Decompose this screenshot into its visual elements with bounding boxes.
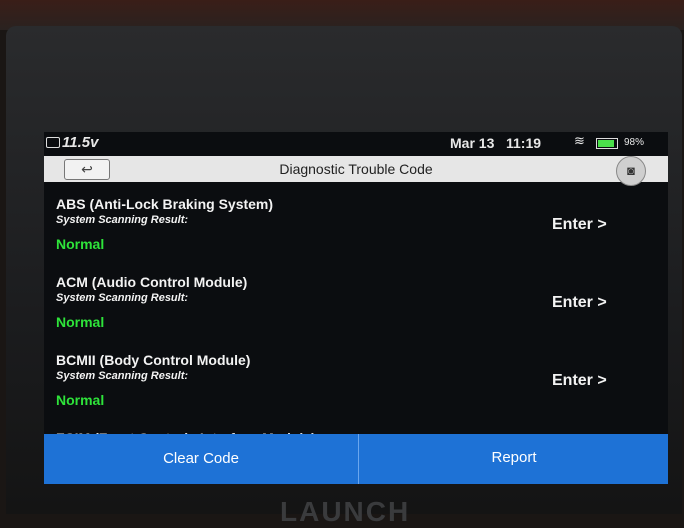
- screenshot-button[interactable]: ◙: [616, 156, 646, 186]
- scan-result-label: System Scanning Result:: [56, 292, 189, 304]
- vehicle-icon: [46, 137, 60, 148]
- list-item[interactable]: ACM (Audio Control Module) System Scanni…: [44, 262, 668, 340]
- action-bar: Clear Code Report: [44, 434, 668, 484]
- status-time: 11:19: [506, 135, 542, 151]
- status-bar: 11.5v Mar 13 11:19 ≋ 98%: [44, 132, 668, 154]
- wifi-icon: ≋: [574, 133, 585, 148]
- battery-voltage: 11.5v: [62, 134, 99, 151]
- scan-result-label: System Scanning Result:: [56, 214, 189, 226]
- enter-button[interactable]: Enter >: [552, 372, 607, 390]
- scan-status: Normal: [56, 314, 105, 330]
- brand-logo: LAUNCH: [280, 496, 411, 527]
- report-button[interactable]: Report: [360, 434, 668, 484]
- module-list: ABS (Anti-Lock Braking System) System Sc…: [44, 184, 668, 432]
- enter-button[interactable]: Enter >: [552, 216, 607, 234]
- clear-code-button[interactable]: Clear Code: [44, 434, 359, 484]
- scan-result-label: System Scanning Result:: [56, 370, 189, 382]
- scan-status: Normal: [56, 236, 105, 252]
- status-date: Mar 13: [450, 135, 495, 151]
- title-bar: ↩ Diagnostic Trouble Code ◙: [44, 156, 668, 186]
- scan-status: Normal: [56, 392, 105, 408]
- module-name: ABS (Anti-Lock Braking System): [56, 196, 274, 212]
- module-name: BCMII (Body Control Module): [56, 352, 251, 368]
- list-item[interactable]: BCMII (Body Control Module) System Scann…: [44, 340, 668, 418]
- module-name: ACM (Audio Control Module): [56, 274, 248, 290]
- page-title: Diagnostic Trouble Code: [279, 161, 433, 177]
- enter-button[interactable]: Enter >: [552, 294, 607, 312]
- device-screen: 11.5v Mar 13 11:19 ≋ 98% ↩ Diagnostic Tr…: [44, 132, 668, 484]
- battery-icon: [596, 138, 618, 149]
- list-item[interactable]: ABS (Anti-Lock Braking System) System Sc…: [44, 184, 668, 262]
- battery-percent: 98%: [624, 137, 645, 148]
- camera-icon: ◙: [627, 163, 635, 178]
